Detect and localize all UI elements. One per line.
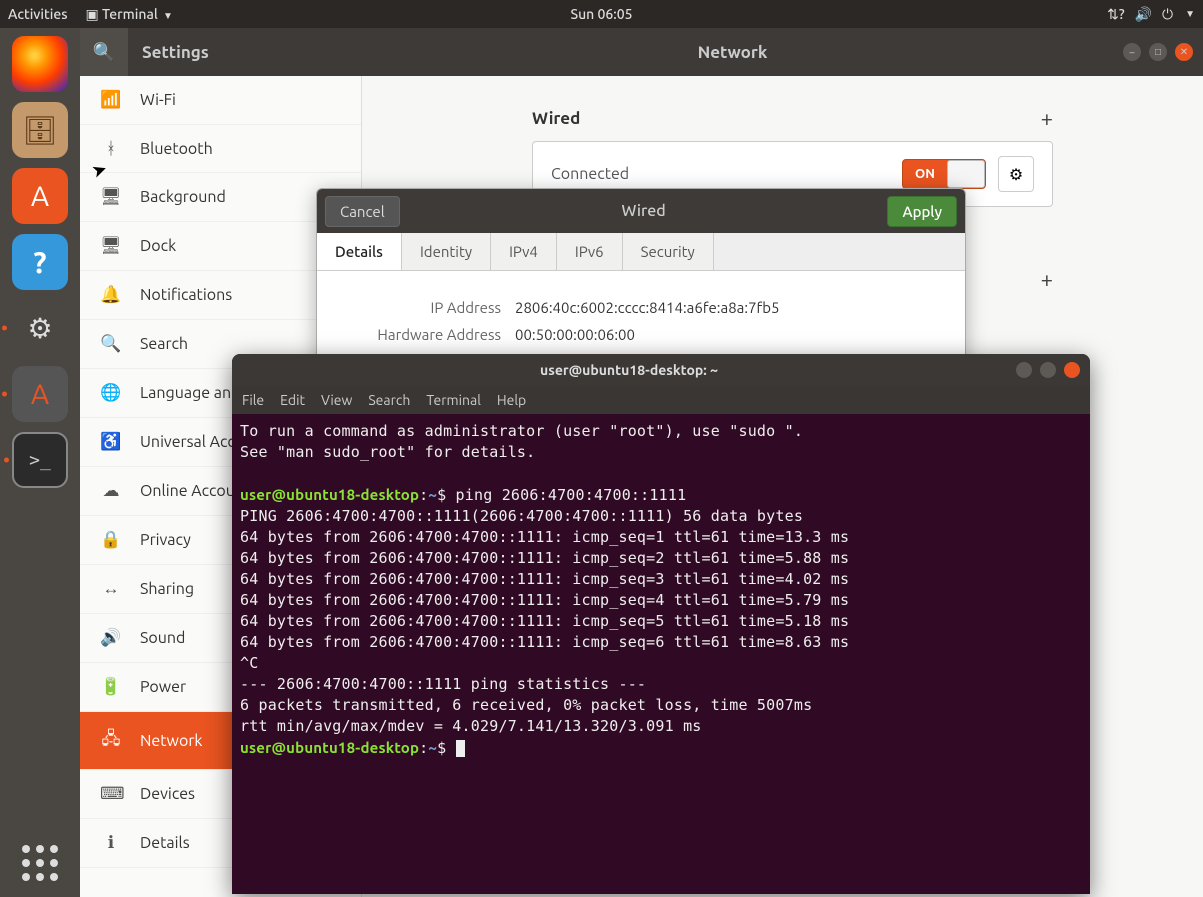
power-icon[interactable]: ⏻ [1162, 6, 1173, 23]
sidebar-icon: ↔ [100, 579, 122, 599]
sidebar-item-label: Privacy [140, 531, 191, 549]
dialog-title: Wired [400, 202, 888, 220]
connection-settings-button[interactable]: ⚙ [998, 156, 1034, 192]
app-menu[interactable]: ▣ Terminal ▼ [86, 6, 173, 23]
dock-icon-terminal[interactable]: >_ [12, 432, 68, 488]
sidebar-item-label: Details [140, 834, 190, 852]
terminal-output[interactable]: To run a command as administrator (user … [232, 414, 1090, 765]
clock[interactable]: Sun 06:05 [570, 6, 632, 22]
terminal-titlebar: user@ubuntu18-desktop: ~ [232, 354, 1090, 386]
dock-icon-help[interactable]: ? [12, 234, 68, 290]
terminal-title: user@ubuntu18-desktop: ~ [242, 362, 1016, 378]
terminal-icon: ▣ [86, 6, 99, 22]
detail-value: 2806:40c:6002:cccc:8414:a6fe:a8a:7fb5 [515, 299, 779, 316]
gnome-top-bar: Activities ▣ Terminal ▼ Sun 06:05 ⇅? 🔊 ⏻… [0, 0, 1203, 28]
show-apps-button[interactable] [22, 845, 58, 881]
dialog-header: Cancel Wired Apply [317, 189, 965, 233]
sidebar-icon: 🖥 [100, 236, 122, 256]
add-vpn-button[interactable]: + [1041, 267, 1053, 292]
volume-icon[interactable]: 🔊 [1135, 6, 1152, 23]
dock-icon-files[interactable]: 🗄 [12, 102, 68, 158]
settings-title-left: Settings [142, 43, 342, 62]
sidebar-icon: ℹ [100, 833, 122, 853]
network-indicator-icon[interactable]: ⇅? [1107, 6, 1124, 23]
sidebar-item-label: Dock [140, 237, 176, 255]
menu-file[interactable]: File [242, 392, 264, 408]
apply-button[interactable]: Apply [887, 196, 957, 227]
dock: 🗄 A ? ⚙ A >_ [0, 28, 80, 897]
add-wired-button[interactable]: + [1041, 106, 1053, 131]
sidebar-icon: 🌐 [100, 383, 122, 403]
minimize-button[interactable]: – [1123, 43, 1141, 61]
tab-ipv4[interactable]: IPv4 [491, 233, 557, 270]
sidebar-item-label: Power [140, 678, 186, 696]
sidebar-icon: 🔒 [100, 530, 122, 550]
detail-row: IP Address 2806:40c:6002:cccc:8414:a6fe:a… [341, 299, 941, 316]
sidebar-icon: 📶 [100, 90, 122, 110]
settings-titlebar: 🔍 Settings Network – □ ✕ [80, 28, 1203, 76]
detail-row: Hardware Address 00:50:00:00:06:00 [341, 326, 941, 343]
sidebar-item-label: Background [140, 188, 226, 206]
menu-view[interactable]: View [321, 392, 352, 408]
dock-icon-firefox[interactable] [12, 36, 68, 92]
wired-header: Wired [532, 109, 580, 128]
app-menu-label: Terminal [102, 6, 158, 22]
sidebar-item-label: Devices [140, 785, 195, 803]
sidebar-icon: 🔍 [100, 334, 122, 354]
sidebar-icon: 🖥 [100, 187, 122, 207]
sidebar-icon: 🔊 [100, 628, 122, 648]
terminal-window: user@ubuntu18-desktop: ~ File Edit View Sea… [232, 354, 1090, 894]
dock-icon-software[interactable]: A [12, 168, 68, 224]
sidebar-item-label: Sharing [140, 580, 194, 598]
sidebar-icon: 🔋 [100, 677, 122, 697]
sidebar-item-label: Sound [140, 629, 185, 647]
cancel-button[interactable]: Cancel [325, 196, 400, 227]
connection-toggle[interactable]: ON [902, 159, 986, 189]
menu-edit[interactable]: Edit [280, 392, 305, 408]
dialog-tabs: DetailsIdentityIPv4IPv6Security [317, 233, 965, 271]
terminal-maximize-button[interactable] [1040, 362, 1056, 378]
dock-icon-updater[interactable]: A [12, 366, 68, 422]
maximize-button[interactable]: □ [1149, 43, 1167, 61]
sidebar-item-label: Notifications [140, 286, 232, 304]
chevron-down-icon[interactable]: ▼ [1185, 8, 1195, 20]
search-icon: 🔍 [93, 42, 115, 63]
sidebar-item-wi-fi[interactable]: 📶 Wi-Fi [80, 76, 361, 125]
close-button[interactable]: ✕ [1175, 43, 1193, 61]
search-button[interactable]: 🔍 [80, 28, 128, 76]
menu-help[interactable]: Help [497, 392, 526, 408]
sidebar-icon: 🔔 [100, 285, 122, 305]
terminal-close-button[interactable] [1064, 362, 1080, 378]
menu-search[interactable]: Search [368, 392, 410, 408]
sidebar-icon: 🖧 [100, 726, 122, 755]
tab-identity[interactable]: Identity [402, 233, 491, 270]
tab-details[interactable]: Details [317, 233, 402, 270]
detail-value: 00:50:00:00:06:00 [515, 326, 635, 343]
wired-dialog: Cancel Wired Apply DetailsIdentityIPv4IP… [316, 188, 966, 372]
activities-button[interactable]: Activities [8, 6, 68, 22]
sidebar-icon: ᚼ [100, 139, 122, 158]
detail-label: Hardware Address [341, 326, 501, 343]
sidebar-item-label: Search [140, 335, 188, 353]
terminal-minimize-button[interactable] [1016, 362, 1032, 378]
gear-icon: ⚙ [1009, 165, 1023, 184]
terminal-menubar: File Edit View Search Terminal Help [232, 386, 1090, 414]
toggle-on-label: ON [915, 167, 935, 181]
sidebar-item-label: Wi-Fi [140, 91, 176, 109]
dock-icon-settings[interactable]: ⚙ [12, 300, 68, 356]
tab-ipv6[interactable]: IPv6 [557, 233, 623, 270]
sidebar-item-label: Network [140, 732, 202, 750]
sidebar-item-bluetooth[interactable]: ᚼ Bluetooth [80, 125, 361, 173]
sidebar-icon: ⌨ [100, 784, 122, 804]
toggle-knob [947, 160, 985, 188]
connection-status: Connected [551, 165, 890, 183]
detail-label: IP Address [341, 299, 501, 316]
tab-security[interactable]: Security [623, 233, 714, 270]
menu-terminal[interactable]: Terminal [426, 392, 481, 408]
chevron-down-icon: ▼ [163, 10, 173, 21]
sidebar-item-label: Bluetooth [140, 140, 213, 158]
sidebar-icon: ☁ [100, 481, 122, 501]
settings-title-center: Network [342, 43, 1123, 62]
sidebar-icon: ♿ [100, 432, 122, 452]
